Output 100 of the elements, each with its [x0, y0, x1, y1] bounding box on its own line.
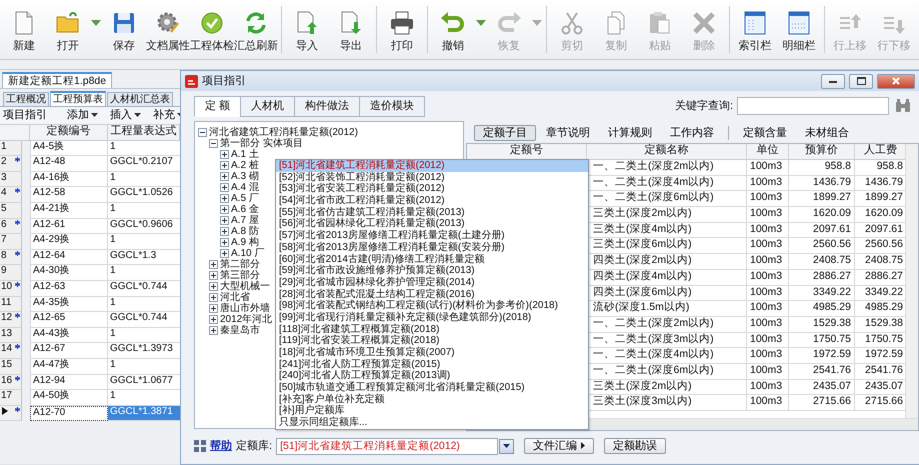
table-cell[interactable]: A12-94 [30, 374, 108, 390]
tree-item[interactable]: A.4 混 [231, 182, 259, 194]
table-cell[interactable]: 1 [108, 328, 180, 344]
toolbar-button[interactable]: 新建 [2, 0, 46, 59]
toolbar-button[interactable]: 索引栏 [733, 0, 777, 59]
expand-icon[interactable] [209, 315, 218, 324]
maximize-button[interactable] [849, 74, 873, 88]
toolbar-button[interactable]: 保存 [102, 0, 146, 59]
library-select[interactable]: [51]河北省建筑工程消耗量定额(2012) [276, 438, 498, 454]
table-cell[interactable]: A12-67 [30, 343, 108, 359]
table-cell[interactable]: A12-61 [30, 218, 108, 234]
tree-item[interactable]: 第一部分 实体项目 [220, 138, 303, 150]
expand-icon[interactable] [220, 227, 229, 236]
table-cell[interactable]: 1 [108, 234, 180, 250]
expand-icon[interactable] [220, 183, 229, 192]
dropdown-item[interactable]: [58]河北省2013房屋修缮工程消耗量定额(安装分册) [276, 242, 588, 254]
row-header[interactable]: 17 [0, 390, 22, 406]
table-cell[interactable]: A4-47换 [30, 358, 108, 374]
expand-icon[interactable] [209, 271, 218, 280]
row-header[interactable]: 6 [0, 218, 22, 234]
dropdown-item[interactable]: [55]河北省仿古建筑工程消耗量定额(2013) [276, 206, 588, 218]
expand-icon[interactable] [220, 238, 229, 247]
row-header[interactable]: 7 [0, 234, 22, 250]
table-cell[interactable]: 1 [108, 265, 180, 281]
tree-item[interactable]: A.5 厂 [231, 192, 259, 204]
row-header[interactable]: 8 [0, 250, 22, 266]
horizontal-scrollbar[interactable] [587, 418, 918, 430]
dropdown-item[interactable]: [53]河北省安装工程消耗量定额(2012) [276, 183, 588, 196]
dropdown-item[interactable]: [56]河北省园林绿化工程消耗量定额(2013) [276, 218, 588, 230]
table-cell[interactable]: 1 [108, 140, 180, 156]
expand-icon[interactable] [220, 161, 229, 170]
row-header[interactable]: 16 [0, 374, 22, 390]
dropdown-item[interactable]: [98]河北省装配式钢结构工程定额(试行)(材料价为参考价)(2018) [276, 300, 588, 312]
tab[interactable]: 定额子目 [474, 124, 536, 142]
table-cell[interactable]: A4-21换 [30, 202, 108, 219]
expand-icon[interactable] [220, 216, 229, 225]
tree-item[interactable]: A.1 土 [231, 148, 259, 160]
table-cell[interactable]: GGCL*0.9606 [108, 218, 180, 234]
table-cell[interactable]: A4-43换 [30, 328, 108, 344]
toolbar-button[interactable]: 文档属性 [146, 0, 190, 59]
expand-icon[interactable] [209, 260, 218, 269]
tree-item[interactable]: 第三部分 [220, 270, 260, 282]
table-cell[interactable]: GGCL*0.744 [108, 312, 180, 328]
dropdown-item[interactable]: [补充]客户单位补充定额 [276, 394, 588, 406]
table-cell[interactable]: GGCL*0.2107 [108, 156, 180, 172]
tab[interactable]: 工作内容 [662, 126, 722, 140]
vertical-scrollbar[interactable] [905, 144, 918, 418]
close-button[interactable] [877, 74, 915, 88]
dropdown-item[interactable]: [51]河北省建筑工程消耗量定额(2012) [276, 160, 588, 172]
tree-item[interactable]: A.8 防 [231, 226, 259, 238]
dropdown-button[interactable] [499, 438, 514, 454]
dropdown-item[interactable]: [54]河北省市政工程消耗量定额(2012) [276, 195, 588, 207]
dropdown-item[interactable]: [18]河北省城市环境卫生预算定额(2007) [276, 347, 588, 359]
dropdown-item[interactable]: [59]河北省市政设施维修养护预算定额(2013) [276, 265, 588, 277]
table-cell[interactable]: A4-5换 [30, 140, 108, 156]
tab[interactable]: 造价模块 [359, 96, 426, 117]
table-cell[interactable]: A12-70 [30, 406, 108, 422]
tree-item[interactable]: A.10 厂 [231, 248, 264, 260]
expand-icon[interactable] [220, 150, 229, 159]
tree-item[interactable]: 2012年河北 [220, 314, 272, 326]
table-cell[interactable]: A4-50换 [30, 390, 108, 406]
table-cell[interactable]: A12-65 [30, 312, 108, 328]
toolbar-button[interactable]: 撤销 [431, 0, 475, 59]
help-link[interactable]: 帮助 [210, 440, 232, 452]
footer-button[interactable]: 定额勘误 [604, 438, 666, 454]
tab[interactable]: 定额含量 [735, 126, 795, 140]
toolbar-button[interactable]: 添加 [65, 109, 100, 122]
tab[interactable]: 计算规则 [600, 126, 660, 140]
dropdown-item[interactable]: [29]河北省城市园林绿化养护管理定额(2014) [276, 276, 588, 289]
toolbar-button[interactable]: 汇总刷新 [234, 0, 278, 59]
row-header[interactable]: 4 [0, 187, 22, 203]
dropdown-item[interactable]: [52]河北省装饰工程消耗量定额(2012) [276, 172, 588, 184]
toolbar-button[interactable]: 项目指引 [1, 109, 49, 122]
table-cell[interactable]: A12-48 [30, 156, 108, 172]
tree-item[interactable]: A.2 桩 [231, 160, 259, 172]
dropdown-item[interactable]: [118]河北省建筑工程概算定额(2018) [276, 324, 588, 336]
tree-item[interactable]: 秦皇岛市 [220, 324, 260, 336]
expand-icon[interactable] [209, 326, 218, 335]
caret-icon[interactable] [90, 18, 102, 26]
dropdown-item[interactable]: [补]用户定额库 [276, 405, 588, 418]
tree-item[interactable]: A.7 屋 [231, 214, 259, 226]
table-cell[interactable]: 1 [108, 172, 180, 188]
dropdown-item[interactable]: [50]城市轨道交通工程预算定额河北省消耗量定额(2015) [276, 382, 588, 394]
search-field[interactable] [737, 97, 889, 115]
table-cell[interactable]: GGCL*0.744 [108, 280, 180, 297]
dropdown-item[interactable]: [241]河北省人防工程预算定额(2015) [276, 358, 588, 370]
tab[interactable]: 定 额 [194, 96, 242, 117]
table-cell[interactable]: A4-30换 [30, 265, 108, 281]
collapse-icon[interactable] [198, 128, 207, 137]
tab[interactable]: 章节说明 [538, 126, 598, 140]
tree-item[interactable]: 第二部分 [220, 258, 260, 270]
dropdown-item[interactable]: 只显示同组定额库... [276, 417, 588, 429]
sheet-tab[interactable]: 工程预算表 [50, 90, 106, 106]
sheet-tab[interactable]: 人材机汇总表 [107, 92, 173, 106]
toolbar-button[interactable]: 导出 [329, 0, 373, 59]
expand-icon[interactable] [209, 293, 218, 302]
tree-item[interactable]: 唐山市外墙 [220, 302, 270, 314]
tree-item[interactable]: 河北省建筑工程消耗量定额(2012) [209, 126, 358, 138]
table-cell[interactable]: 1 [108, 358, 180, 374]
tree-item[interactable]: 河北省 [220, 292, 250, 304]
